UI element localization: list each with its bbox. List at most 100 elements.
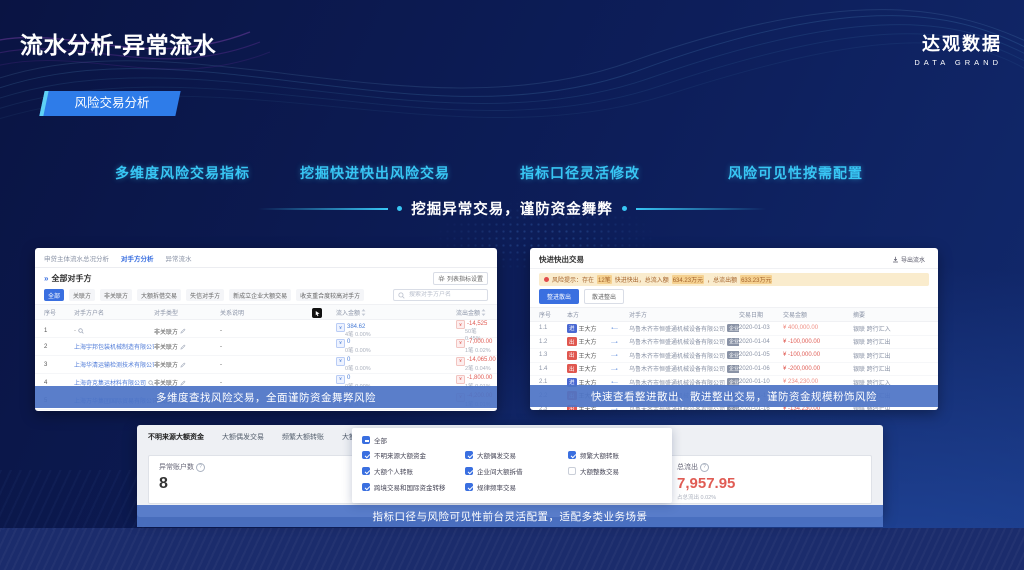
list-settings-button[interactable]: 列表指标设置 (432, 272, 488, 285)
left-app-tabbar: 申贷主体流水总况分析 对手方分析 异常流水 (35, 248, 497, 268)
option-item[interactable]: 频繁大额转账 (568, 450, 662, 460)
table-row[interactable]: 2 上海宇邦包装机械制造有限公司 非关联方 - ¥0 0笔 0.00% ¥ -7,… (35, 338, 497, 356)
line-decoration (258, 207, 389, 210)
checkbox[interactable] (362, 483, 370, 491)
left-caption-text: 多维度查找风险交易，全面谨防资金舞弊风险 (156, 391, 376, 404)
page-title: 流水分析-异常流水 (20, 32, 217, 58)
cell-name[interactable]: 上海宇邦包装机械制造有限公司 (74, 342, 154, 351)
pill-new-company[interactable]: 新成立企业大额交易 (229, 289, 292, 301)
edit-icon[interactable] (180, 328, 186, 334)
outflow-icon: ¥ (456, 356, 465, 366)
feature-label-3: 指标口径灵活修改 (520, 165, 640, 181)
checkbox[interactable] (568, 451, 576, 459)
export-flow-button[interactable]: 导出流水 (887, 254, 929, 265)
dot-decoration (621, 206, 627, 211)
outflow-icon: ¥ (456, 374, 465, 384)
inflow-icon: ¥ (336, 323, 345, 333)
download-icon (893, 256, 898, 263)
tab-occasional-large[interactable]: 大额偶发交易 (222, 432, 264, 442)
pill-discredited[interactable]: 失信对手方 (186, 289, 225, 301)
table-row[interactable]: 1.3 出王大方 → 乌鲁木齐市恒盛通机械设备有限公司 企业 2020-01-05… (530, 349, 938, 363)
direction-badge: 出 (567, 364, 577, 374)
right-app-header: 快进快出交易 导出流水 (530, 248, 938, 269)
table-row[interactable]: 1 - 非关联方 - ¥384.62 4笔 0.00% ¥ -14,525 50笔… (35, 320, 497, 342)
tab-unknown-source-funds[interactable]: 不明来源大额资金 (148, 432, 204, 442)
checkbox-indeterminate[interactable] (362, 436, 370, 444)
pill-overlap[interactable]: 收支重合度较高对手方 (296, 289, 365, 301)
cell-type: 非关联方 (154, 342, 220, 351)
cell-no: 4 (44, 379, 48, 386)
option-item[interactable]: 跨境交易和国际资金转移 (362, 482, 465, 492)
option-item[interactable]: 企业间大额拆借 (465, 466, 568, 476)
checkbox[interactable] (362, 467, 370, 475)
outflow-icon: ¥ (456, 320, 465, 329)
search-icon[interactable] (78, 328, 84, 335)
table-row[interactable]: 1.2 出王大方 → 乌鲁木齐市恒盛通机械设备有限公司 企业 2020-01-04… (530, 336, 938, 349)
edit-icon[interactable] (180, 380, 186, 386)
flow-arrow-icon: ← (609, 325, 621, 332)
search-input[interactable] (407, 291, 483, 299)
pill-large-lending[interactable]: 大额拆借交易 (137, 289, 182, 301)
mode-scattered-in-whole-out[interactable]: 散进整出 (584, 289, 625, 304)
tab-counterparty-analysis[interactable]: 对手方分析 (121, 253, 154, 263)
mode-toggle: 整进散出 散进整出 (539, 289, 929, 304)
filter-pills: 全部 关联方 非关联方 大额拆借交易 失信对手方 新成立企业大额交易 收支重合度… (44, 289, 365, 301)
cell-no: 3 (44, 361, 48, 368)
cell-no: 1 (44, 328, 48, 335)
right-table-header: 序号 本方 对手方 交易日期 交易金额 摘要 (530, 307, 938, 322)
checkbox[interactable] (465, 467, 473, 475)
counterparty-tag: 企业 (727, 337, 739, 346)
pill-unrelated[interactable]: 非关联方 (100, 289, 133, 301)
mode-whole-in-scattered-out[interactable]: 整进散出 (539, 289, 580, 304)
cell-type: 非关联方 (154, 360, 220, 369)
option-grid: 不明来源大额资金 大额偶发交易 频繁大额转账 大额个人转账 企业间大额拆借 大额… (362, 450, 662, 492)
flow-arrow-icon: → (609, 352, 621, 359)
cell-rel: - (220, 343, 222, 350)
edit-icon[interactable] (180, 362, 186, 368)
checkbox[interactable] (465, 483, 473, 491)
info-icon (700, 462, 709, 472)
table-row[interactable]: 1.4 出王大方 → 乌鲁木齐市恒盛通机械设备有限公司 企业 2020-01-06… (530, 363, 938, 376)
edit-icon[interactable] (180, 344, 186, 350)
tab-frequent-large-transfer[interactable]: 频繁大额转账 (282, 432, 324, 442)
brand-logo-en: DATA GRAND (914, 58, 1002, 67)
gear-icon (438, 275, 445, 282)
section-tag-label: 风险交易分析 (74, 96, 150, 110)
left-caption-bar: 多维度查找风险交易，全面谨防资金舞弊风险 (35, 386, 497, 408)
cell-name[interactable]: 上海华清运输检测技术有限公司 (74, 360, 154, 369)
pill-related[interactable]: 关联方 (69, 289, 96, 301)
cell-outflow: ¥ -7,000.00 1笔 0.02% (456, 338, 492, 355)
option-all[interactable]: 全部 (362, 435, 662, 445)
right-caption-text: 快速查看整进散出、散进整出交易，谨防资金规模粉饰风险 (591, 390, 877, 403)
col-no: 序号 (539, 313, 552, 319)
option-item[interactable]: 大额整数交易 (568, 466, 662, 476)
flow-arrow-icon: → (609, 365, 621, 372)
col-inflow: 流入金额 (336, 308, 456, 317)
total-outflow-value: 7,957.95 (677, 475, 736, 492)
sort-icon[interactable] (481, 308, 486, 316)
sort-icon[interactable] (361, 308, 366, 316)
checkbox[interactable] (568, 467, 576, 475)
bottom-band-decoration (0, 528, 1024, 570)
checkbox[interactable] (362, 451, 370, 459)
cursor-icon (312, 308, 322, 318)
table-row[interactable]: 3 上海华清运输检测技术有限公司 非关联方 - ¥0 0笔 0.00% ¥ -14… (35, 356, 497, 374)
option-item[interactable]: 大额个人转账 (362, 466, 465, 476)
tab-flow-overview[interactable]: 申贷主体流水总况分析 (44, 253, 109, 263)
right-caption-bar: 快速查看整进散出、散进整出交易，谨防资金规模粉饰风险 (530, 385, 938, 407)
feature-label-4: 风险可见性按需配置 (728, 165, 863, 181)
pill-all[interactable]: 全部 (44, 289, 65, 301)
total-outflow-metric: 总流出 7,957.95 占总流出 0.02% (677, 462, 735, 501)
tab-abnormal-flow[interactable]: 异常流水 (166, 253, 192, 263)
info-icon (196, 462, 205, 472)
option-item[interactable]: 大额偶发交易 (465, 450, 568, 460)
direction-badge: 出 (567, 337, 577, 347)
option-item[interactable]: 不明来源大额资金 (362, 450, 465, 460)
checkbox[interactable] (465, 451, 473, 459)
table-row[interactable]: 1.1 进王大方 ← 乌鲁木齐市恒盛通机械设备有限公司 企业 2020-01-03… (530, 322, 938, 336)
center-slogan-text: 挖掘异常交易，谨防资金舞弊 (411, 202, 613, 218)
right-app-title: 快进快出交易 (539, 255, 584, 264)
option-item[interactable]: 规律频率交易 (465, 482, 568, 492)
cell-name[interactable]: - (74, 328, 154, 334)
counterparty-tag: 企业 (727, 364, 739, 373)
